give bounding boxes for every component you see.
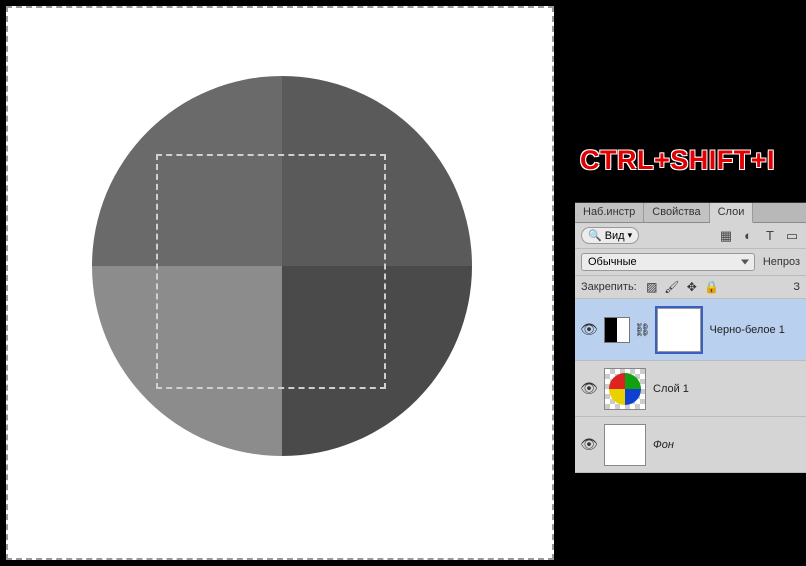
layer-row[interactable]: 👁 Фон [575,417,806,473]
layer-thumb[interactable] [604,368,646,410]
fill-label: З [793,281,800,293]
search-icon: 🔍 [588,229,602,242]
tab-layers[interactable]: Слои [710,203,754,223]
layer-thumb[interactable] [604,424,646,466]
chevron-down-icon: ▾ [628,230,633,241]
tab-presets[interactable]: Наб.инстр [575,203,644,222]
layer-row[interactable]: 👁 Слой 1 [575,361,806,417]
visibility-toggle[interactable]: 👁 [579,435,599,455]
shortcut-annotation: CTRL+SHIFT+I [580,145,775,176]
filter-kind-select[interactable]: 🔍 Вид ▾ [581,227,639,244]
visibility-toggle[interactable]: 👁 [579,320,599,340]
lock-row: Закрепить: ▨ 🖌 ✥ 🔒 З [575,276,806,299]
quad-bottom-right [282,266,472,456]
layer-name[interactable]: Фон [653,439,674,451]
lock-transparent-icon[interactable]: ▨ [645,280,659,294]
lock-position-icon[interactable]: ✥ [685,280,699,294]
layer-row[interactable]: 👁 ⛓ Черно-белое 1 [575,299,806,361]
lock-paint-icon[interactable]: 🖌 [665,280,679,294]
artwork-circle [92,76,472,456]
quad-bottom-left [92,266,282,456]
visibility-toggle[interactable]: 👁 [579,379,599,399]
link-icon[interactable]: ⛓ [634,322,651,338]
mask-thumb[interactable] [655,306,703,354]
layer-name[interactable]: Слой 1 [653,383,689,395]
opacity-label: Непроз [763,256,800,268]
filter-image-icon[interactable]: ▦ [718,228,734,244]
blend-mode-value: Обычные [588,256,637,268]
filter-type-icon[interactable]: T [762,228,778,244]
adjustment-thumb[interactable] [604,317,630,343]
blend-mode-select[interactable]: Обычные [581,253,755,271]
lock-label: Закрепить: [581,281,637,293]
quad-top-right [282,76,472,266]
layer-filter-row: 🔍 Вид ▾ ▦ ◐ T ▭ [575,223,806,249]
blend-row: Обычные Непроз [575,249,806,276]
layers-panel: Наб.инстр Свойства Слои 🔍 Вид ▾ ▦ ◐ T ▭ … [575,202,806,473]
lock-all-icon[interactable]: 🔒 [705,280,719,294]
panel-tabs: Наб.инстр Свойства Слои [575,203,806,223]
filter-shape-icon[interactable]: ▭ [784,228,800,244]
layers-list: 👁 ⛓ Черно-белое 1 👁 Слой 1 👁 Фон [575,299,806,473]
filter-label: Вид [605,230,625,242]
quad-top-left [92,76,282,266]
layer-name[interactable]: Черно-белое 1 [710,324,785,336]
filter-adjust-icon[interactable]: ◐ [740,228,756,244]
canvas[interactable] [6,6,554,560]
tab-properties[interactable]: Свойства [644,203,709,222]
